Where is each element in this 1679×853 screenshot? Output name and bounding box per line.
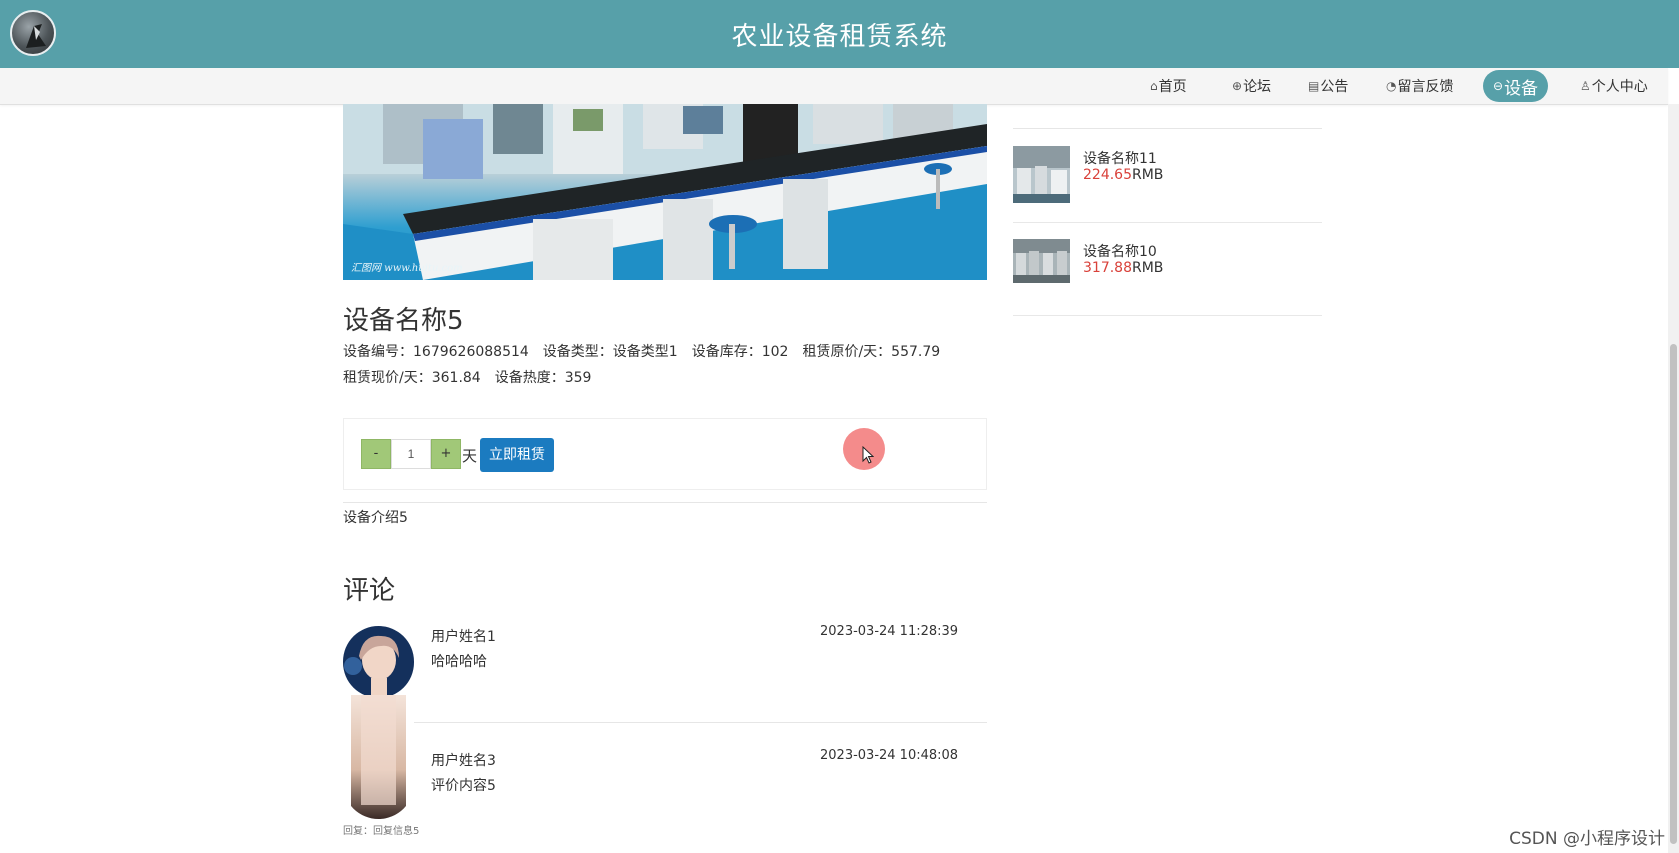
nav-feedback[interactable]: ◔ 留言反馈	[1386, 68, 1453, 104]
watermark: CSDN @小程序设计	[1509, 829, 1665, 849]
sidebar-price-currency: RMB	[1132, 260, 1164, 276]
comment-time: 2023-03-24 10:48:08	[820, 748, 959, 763]
meta-code-label: 设备编号：	[343, 344, 413, 360]
meta-type-value: 设备类型1	[612, 344, 678, 360]
notice-icon: ▤	[1308, 79, 1320, 93]
comments-heading: 评论	[343, 576, 396, 606]
product-meta-line2: 租赁现价/天：361.84 设备热度：359	[343, 367, 591, 387]
product-image: 汇图网 www.huitu.com	[343, 104, 987, 280]
nav-device[interactable]: ⊖ 设备	[1483, 70, 1549, 102]
nav-home[interactable]: ⌂ 首页	[1150, 68, 1187, 104]
nav-forum-label: 论坛	[1243, 79, 1272, 95]
meta-heat-label: 设备热度：	[494, 370, 565, 386]
sidebar-item-price: 317.88RMB	[1083, 260, 1163, 276]
meta-original-price-label: 租赁原价/天：	[802, 344, 892, 360]
meta-code-value: 1679626088514	[413, 344, 529, 360]
sidebar-thumbnail[interactable]	[1013, 239, 1070, 283]
globe-icon: ⊕	[1232, 79, 1243, 93]
nav-notice[interactable]: ▤ 公告	[1308, 68, 1348, 104]
page-scrollbar[interactable]	[1668, 104, 1679, 853]
meta-stock-value: 102	[761, 344, 789, 360]
top-nav: ⌂ 首页 ⊕ 论坛 ▤ 公告 ◔ 留言反馈 ⊖ 设备 ♙ 个人中心	[0, 68, 1668, 105]
sidebar-item-name[interactable]: 设备名称10	[1083, 241, 1157, 261]
header-bar: 农业设备租赁系统	[0, 0, 1679, 68]
avatar	[343, 626, 414, 698]
home-icon: ⌂	[1150, 79, 1158, 93]
nav-home-label: 首页	[1158, 79, 1187, 95]
nav-forum[interactable]: ⊕ 论坛	[1232, 68, 1271, 104]
meta-current-price-label: 租赁现价/天：	[343, 370, 432, 386]
unit-label: 天	[462, 447, 478, 465]
device-icon: ⊖	[1493, 79, 1504, 93]
mouse-cursor-icon	[862, 446, 874, 464]
nav-profile[interactable]: ♙ 个人中心	[1580, 68, 1648, 104]
scroll-thumb[interactable]	[1670, 344, 1677, 844]
comment-user: 用户姓名3	[431, 753, 496, 769]
avatar	[343, 695, 414, 819]
nav-device-label: 设备	[1504, 78, 1539, 99]
comment-text: 哈哈哈哈	[431, 654, 487, 670]
comment-divider	[343, 722, 987, 723]
sidebar-item[interactable]: 设备名称11 224.65RMB	[1013, 129, 1322, 223]
comment-reply: 回复：回复信息5	[343, 826, 420, 837]
increase-button[interactable]: +	[431, 439, 461, 469]
meta-type-label: 设备类型：	[542, 344, 613, 360]
rent-panel: - + 天 立即租赁	[343, 418, 987, 490]
comment-text: 评价内容5	[431, 778, 496, 794]
sidebar-thumbnail[interactable]	[1013, 146, 1070, 203]
intro-divider	[343, 502, 987, 503]
product-meta-line1: 设备编号：1679626088514 设备类型：设备类型1 设备库存：102 租赁原价…	[343, 341, 940, 361]
comment-user: 用户姓名1	[431, 629, 496, 645]
site-title: 农业设备租赁系统	[731, 22, 948, 52]
image-caption: 汇图网 www.huitu.com	[351, 263, 463, 274]
sidebar-item-name[interactable]: 设备名称11	[1083, 148, 1157, 168]
user-icon: ♙	[1580, 79, 1591, 93]
sidebar-item[interactable]: 设备名称10 317.88RMB	[1013, 222, 1322, 316]
decrease-button[interactable]: -	[361, 439, 391, 469]
rent-now-button[interactable]: 立即租赁	[480, 438, 554, 472]
nav-notice-label: 公告	[1320, 79, 1349, 95]
nav-profile-label: 个人中心	[1591, 79, 1648, 95]
meta-current-price-value: 361.84	[431, 370, 481, 386]
gauge-icon: ◔	[1386, 79, 1397, 93]
meta-stock-label: 设备库存：	[691, 344, 762, 360]
comment-time: 2023-03-24 11:28:39	[820, 624, 959, 639]
sidebar-price-value: 317.88	[1083, 260, 1132, 276]
product-title: 设备名称5	[343, 306, 464, 336]
meta-heat-value: 359	[564, 370, 592, 386]
product-introduction: 设备介绍5	[343, 510, 408, 526]
quantity-input[interactable]	[391, 439, 431, 469]
sidebar-price-value: 224.65	[1083, 167, 1132, 183]
nav-feedback-label: 留言反馈	[1397, 79, 1454, 95]
sidebar-item-price: 224.65RMB	[1083, 167, 1163, 183]
meta-original-price-value: 557.79	[891, 344, 941, 360]
sidebar-price-currency: RMB	[1132, 167, 1164, 183]
